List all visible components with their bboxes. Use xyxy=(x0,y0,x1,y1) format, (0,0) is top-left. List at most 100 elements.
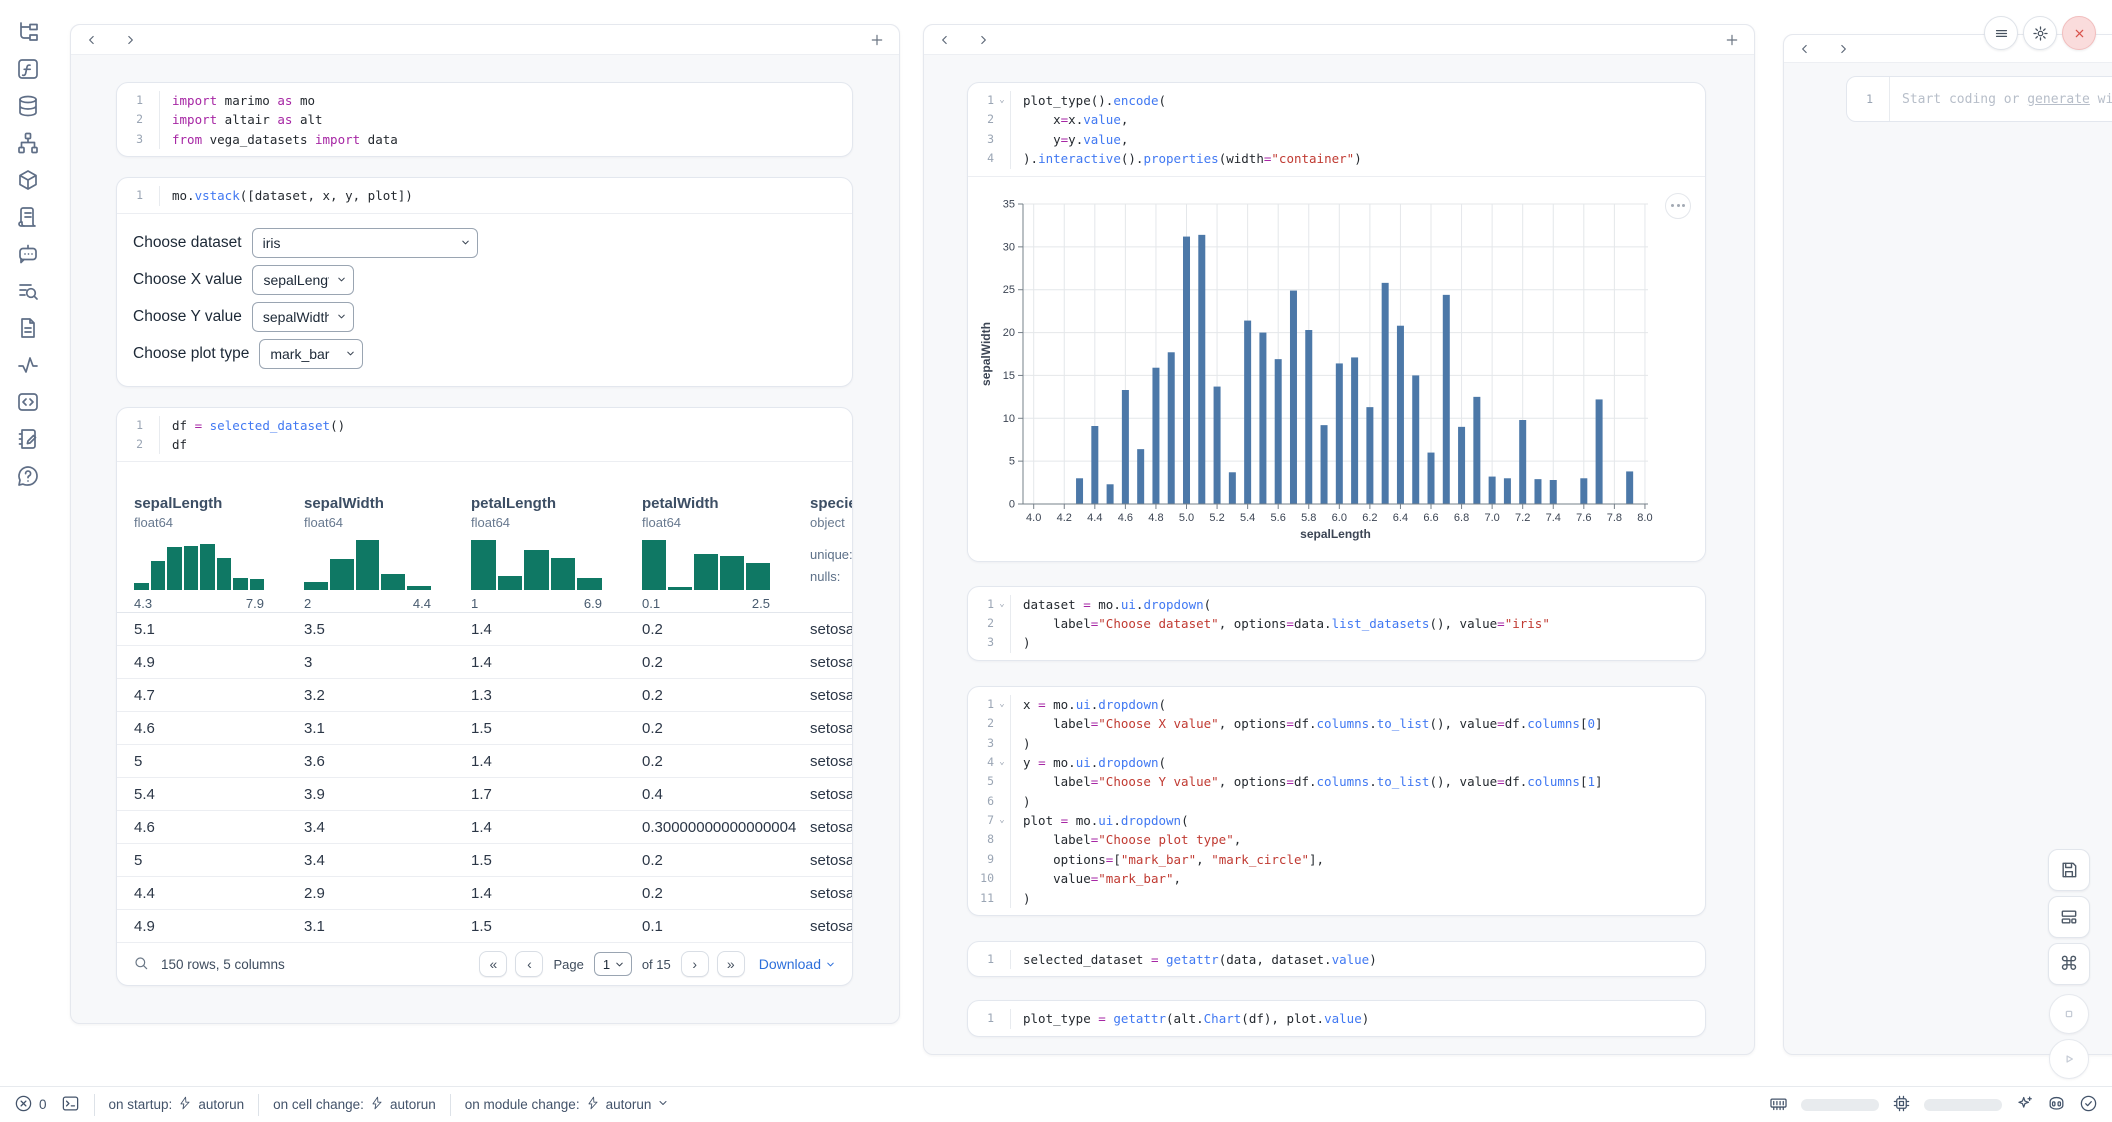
add-cell-button[interactable] xyxy=(1724,32,1740,48)
code-line[interactable]: 7⌄plot = mo.ui.dropdown( xyxy=(968,811,1705,830)
sidebar-chat-button[interactable] xyxy=(15,241,41,267)
search-icon[interactable] xyxy=(133,955,149,974)
stop-button[interactable] xyxy=(2049,994,2089,1034)
code-line[interactable]: 10 value="mark_bar", xyxy=(968,869,1705,888)
sidebar-script-button[interactable] xyxy=(15,204,41,230)
table-row[interactable]: 53.41.50.2setosa xyxy=(117,844,852,877)
sidebar-packages-button[interactable] xyxy=(15,167,41,193)
code-line[interactable]: 6) xyxy=(968,792,1705,811)
table-row[interactable]: 4.63.11.50.2setosa xyxy=(117,712,852,745)
code-line[interactable]: 8 label="Choose plot type", xyxy=(968,830,1705,849)
sidebar-tracing-button[interactable] xyxy=(15,352,41,378)
dropdown-select[interactable]: iris xyxy=(253,229,477,257)
fold-icon[interactable]: ⌄ xyxy=(994,753,1010,772)
code-editor[interactable]: 1⌄dataset = mo.ui.dropdown(2 label="Choo… xyxy=(968,587,1705,660)
code-line[interactable]: 1⌄plot_type().encode( xyxy=(968,91,1705,110)
copilot-icon[interactable] xyxy=(2047,1094,2066,1116)
table-row[interactable]: 4.63.41.40.30000000000000004setosa xyxy=(117,811,852,844)
ai-sparkles-icon[interactable] xyxy=(2015,1094,2034,1116)
fold-icon[interactable]: ⌄ xyxy=(994,595,1010,614)
settings-button[interactable] xyxy=(2023,16,2057,50)
table-row[interactable]: 4.73.21.30.2setosa xyxy=(117,679,852,712)
code-line[interactable]: 4).interactive().properties(width="conta… xyxy=(968,149,1705,168)
download-button[interactable]: Download xyxy=(759,956,836,972)
generate-link[interactable]: generate xyxy=(2027,92,2090,107)
table-row[interactable]: 5.13.51.40.2setosa xyxy=(117,613,852,646)
code-line[interactable]: 1plot_type = getattr(alt.Chart(df), plot… xyxy=(968,1009,1705,1028)
altair-bar-chart[interactable]: 4.04.24.44.64.85.05.25.45.65.86.06.26.46… xyxy=(980,183,1690,560)
column-next-button[interactable] xyxy=(1836,42,1850,56)
code-line[interactable]: 1⌄x = mo.ui.dropdown( xyxy=(968,695,1705,714)
last-page-button[interactable]: » xyxy=(717,951,745,977)
table-row[interactable]: 4.42.91.40.2setosa xyxy=(117,877,852,910)
cpu-usage-meter[interactable] xyxy=(1924,1099,2002,1111)
code-line[interactable]: 1selected_dataset = getattr(data, datase… xyxy=(968,950,1705,969)
dropdown-select[interactable]: sepalWidth xyxy=(253,303,353,331)
code-line[interactable]: 1mo.vstack([dataset, x, y, plot]) xyxy=(117,186,852,205)
table-row[interactable]: 4.931.40.2setosa xyxy=(117,646,852,679)
code-editor[interactable]: 1import marimo as mo2import altair as al… xyxy=(117,83,852,156)
sidebar-documentation-button[interactable] xyxy=(15,315,41,341)
add-cell-button[interactable] xyxy=(869,32,885,48)
code-line[interactable]: 3from vega_datasets import data xyxy=(117,130,852,149)
dropdown-select[interactable]: sepalLength xyxy=(253,266,353,294)
first-page-button[interactable]: « xyxy=(479,951,507,977)
code-line[interactable]: 1import marimo as mo xyxy=(117,91,852,110)
column-next-button[interactable] xyxy=(976,33,990,47)
code-editor[interactable]: 1⌄plot_type().encode(2 x=x.value,3 y=y.v… xyxy=(968,83,1705,176)
fold-icon[interactable]: ⌄ xyxy=(994,811,1010,830)
code-line[interactable]: 3) xyxy=(968,633,1705,652)
ram-usage-meter[interactable] xyxy=(1801,1099,1879,1111)
code-line[interactable]: 1⌄dataset = mo.ui.dropdown( xyxy=(968,595,1705,614)
column-prev-button[interactable] xyxy=(85,33,99,47)
sidebar-datasources-button[interactable] xyxy=(15,93,41,119)
code-line[interactable]: 11) xyxy=(968,889,1705,908)
table-row[interactable]: 4.93.11.50.1setosa xyxy=(117,910,852,943)
code-line[interactable]: 1df = selected_dataset() xyxy=(117,416,852,435)
table-row[interactable]: 53.61.40.2setosa xyxy=(117,745,852,778)
terminal-icon[interactable] xyxy=(61,1094,80,1116)
connection-status-icon[interactable] xyxy=(2079,1094,2098,1116)
code-line[interactable]: 3) xyxy=(968,734,1705,753)
column-next-button[interactable] xyxy=(123,33,137,47)
sidebar-help-button[interactable] xyxy=(15,463,41,489)
close-button[interactable] xyxy=(2062,16,2096,50)
page-select[interactable]: 1 xyxy=(595,953,631,975)
on-startup-setting[interactable]: on startup: autorun xyxy=(109,1096,245,1113)
column-header-species[interactable]: speciesobjectunique:nulls: xyxy=(810,462,852,612)
cell-empty[interactable]: 1 Start coding or generate with AI xyxy=(1846,76,2112,122)
code-editor[interactable]: 1mo.vstack([dataset, x, y, plot]) xyxy=(117,178,852,212)
shortcuts-button[interactable]: ⌘ xyxy=(2048,943,2090,985)
code-editor[interactable]: 1plot_type = getattr(alt.Chart(df), plot… xyxy=(968,1001,1705,1035)
code-line[interactable]: 2 x=x.value, xyxy=(968,110,1705,129)
sidebar-logs-button[interactable] xyxy=(15,278,41,304)
dropdown-select[interactable]: mark_bar xyxy=(260,340,362,368)
sidebar-function-button[interactable] xyxy=(15,56,41,82)
layout-button[interactable] xyxy=(2048,896,2090,938)
chart-menu-button[interactable] xyxy=(1665,193,1691,219)
column-header-sepalWidth[interactable]: sepalWidthfloat6424.4 xyxy=(304,462,471,612)
sidebar-file-tree-button[interactable] xyxy=(15,19,41,45)
code-placeholder[interactable]: Start coding or generate with AI xyxy=(1889,77,2112,121)
code-editor[interactable]: 1selected_dataset = getattr(data, datase… xyxy=(968,942,1705,976)
code-editor[interactable]: 1⌄x = mo.ui.dropdown(2 label="Choose X v… xyxy=(968,687,1705,915)
run-button[interactable] xyxy=(2049,1039,2089,1079)
code-line[interactable]: 2 label="Choose dataset", options=data.l… xyxy=(968,614,1705,633)
error-counter[interactable]: 0 xyxy=(14,1094,47,1116)
code-line[interactable]: 2import altair as alt xyxy=(117,110,852,129)
prev-page-button[interactable]: ‹ xyxy=(515,951,543,977)
code-line[interactable]: 2df xyxy=(117,435,852,454)
column-header-petalLength[interactable]: petalLengthfloat6416.9 xyxy=(471,462,642,612)
next-page-button[interactable]: › xyxy=(681,951,709,977)
on-module-change-setting[interactable]: on module change: autorun xyxy=(465,1096,670,1113)
code-line[interactable]: 2 label="Choose X value", options=df.col… xyxy=(968,714,1705,733)
code-line[interactable]: 5 label="Choose Y value", options=df.col… xyxy=(968,772,1705,791)
sidebar-scratchpad-button[interactable] xyxy=(15,426,41,452)
table-row[interactable]: 5.43.91.70.4setosa xyxy=(117,778,852,811)
code-line[interactable]: 4⌄y = mo.ui.dropdown( xyxy=(968,753,1705,772)
code-line[interactable]: 3 y=y.value, xyxy=(968,130,1705,149)
fold-icon[interactable]: ⌄ xyxy=(994,91,1010,110)
menu-button[interactable] xyxy=(1984,16,2018,50)
column-prev-button[interactable] xyxy=(938,33,952,47)
save-button[interactable] xyxy=(2048,849,2090,891)
